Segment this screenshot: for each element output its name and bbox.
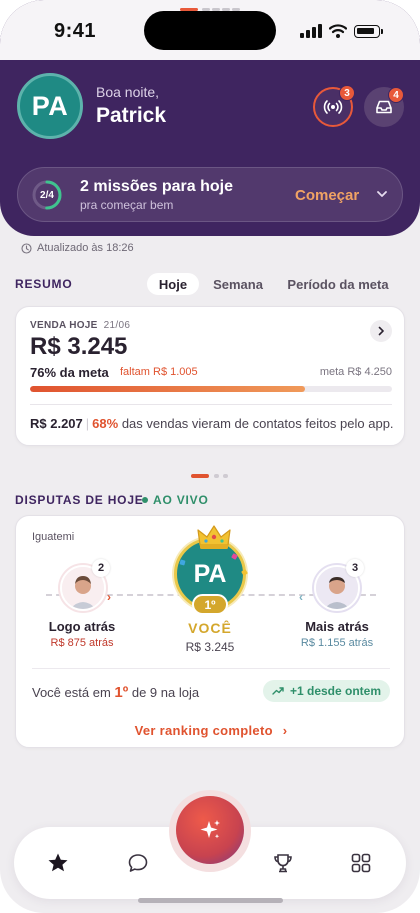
nav-trophy[interactable] [269, 849, 297, 877]
sales-date: 21/06 [103, 320, 131, 331]
live-label: AO VIVO [153, 493, 209, 507]
sales-label: VENDA HOJE 21/06 [30, 320, 131, 331]
sales-summary-card[interactable]: VENDA HOJE 21/06 R$ 3.245 76% da meta fal… [15, 306, 405, 446]
rival-amount-further: R$ 1.155 atrás [300, 637, 374, 649]
app-sales-summary: R$ 2.207 | 68% das vendas vieram de contat… [30, 416, 394, 431]
missions-subtitle: pra começar bem [80, 198, 174, 212]
status-icons [300, 24, 384, 42]
live-indicator: AO VIVO [142, 493, 209, 507]
wifi-icon [329, 24, 347, 38]
store-position-rank: 1º [114, 684, 129, 701]
chevron-right-icon: › [107, 590, 111, 604]
clock-icon [21, 242, 32, 254]
tab-hoje[interactable]: Hoje [147, 273, 199, 295]
chevron-right-icon [378, 326, 384, 336]
divider [30, 404, 392, 405]
confetti [241, 569, 248, 576]
greeting: Boa noite, [96, 84, 160, 100]
sales-detail-button[interactable] [370, 320, 392, 342]
rank-delta-badge: +1 desde ontem [263, 680, 390, 702]
dynamic-island [144, 11, 276, 50]
chevron-down-icon[interactable] [376, 188, 388, 200]
live-badge: 3 [339, 85, 355, 101]
goal-progress-fill [30, 386, 306, 392]
grid-icon [351, 853, 371, 873]
chevron-right-icon: › [282, 723, 288, 738]
missions-card[interactable]: 2/4 2 missões para hoje pra começar bem … [17, 167, 403, 222]
broadcast-icon [323, 100, 343, 114]
rival-label-behind: Logo atrás [48, 619, 116, 634]
resumo-title: RESUMO [15, 277, 73, 291]
missions-title: 2 missões para hoje [80, 178, 233, 195]
my-rank-badge: 1º [192, 594, 228, 615]
tab-semana[interactable]: Semana [207, 273, 269, 295]
app-sales-percentage: 68% [92, 416, 119, 431]
rival-rank-behind: 2 [92, 559, 110, 577]
header: 9:41 PA Boa noite, Patrick 3 4 2/4 2 mis… [0, 0, 420, 236]
nav-home[interactable] [44, 849, 72, 877]
app-screen: 9:41 PA Boa noite, Patrick 3 4 2/4 2 mis… [0, 0, 420, 913]
goal-percentage: 76% da meta [30, 365, 109, 380]
app-sales-value: R$ 2.207 [30, 416, 83, 431]
ai-assistant-button[interactable] [176, 796, 244, 864]
divider [32, 668, 390, 669]
my-amount: R$ 3.245 [185, 640, 235, 654]
view-full-ranking-link[interactable]: Ver ranking completo › [96, 723, 326, 738]
live-dot-icon [142, 497, 148, 503]
user-name: Patrick [96, 104, 167, 127]
tab-periodo-meta[interactable]: Período da meta [285, 273, 391, 295]
chevron-left-icon: ‹ [299, 590, 303, 604]
app-sales-text: das vendas vieram de contatos feitos pel… [121, 416, 394, 431]
carousel-dots[interactable] [191, 474, 231, 478]
rival-rank-further: 3 [346, 559, 364, 577]
missions-progress-label: 2/4 [40, 189, 54, 201]
avatar[interactable]: PA [17, 73, 83, 139]
home-indicator [138, 898, 283, 903]
chat-icon [128, 854, 148, 872]
period-tabs: Hoje Semana Período da meta [147, 273, 401, 295]
battery-icon [354, 25, 380, 38]
nav-chat[interactable] [124, 849, 152, 877]
goal-target: meta R$ 4.250 [319, 366, 392, 378]
crown-icon [197, 525, 231, 549]
rival-label-further: Mais atrás [305, 619, 369, 634]
status-time: 9:41 [54, 20, 97, 42]
star-icon [48, 853, 68, 872]
disputas-title: DISPUTAS DE HOJE [15, 493, 144, 507]
dispute-card: Iguatemi 2 › Logo atrás R$ 875 atrás PA [15, 515, 405, 748]
status-bar: 9:41 [0, 0, 420, 60]
nav-more[interactable] [347, 849, 375, 877]
rival-amount-behind: R$ 875 atrás [50, 637, 114, 649]
inbox-badge: 4 [388, 87, 404, 103]
trophy-icon [274, 854, 292, 873]
updated-timestamp: Atualizado às 18:26 [21, 242, 134, 254]
store-name: Iguatemi [32, 531, 75, 543]
signal-icon [300, 24, 322, 38]
trend-up-icon [272, 687, 284, 695]
sales-value: R$ 3.245 [30, 333, 128, 360]
store-position: Você está em 1º de 9 na loja [32, 684, 200, 701]
sparkles-icon [200, 820, 220, 839]
updated-text: Atualizado às 18:26 [37, 242, 134, 254]
my-label: VOCÊ [188, 620, 232, 636]
goal-missing: faltam R$ 1.005 [120, 366, 198, 378]
missions-start-button[interactable]: Começar [295, 187, 359, 204]
goal-progress-bar [30, 386, 392, 392]
